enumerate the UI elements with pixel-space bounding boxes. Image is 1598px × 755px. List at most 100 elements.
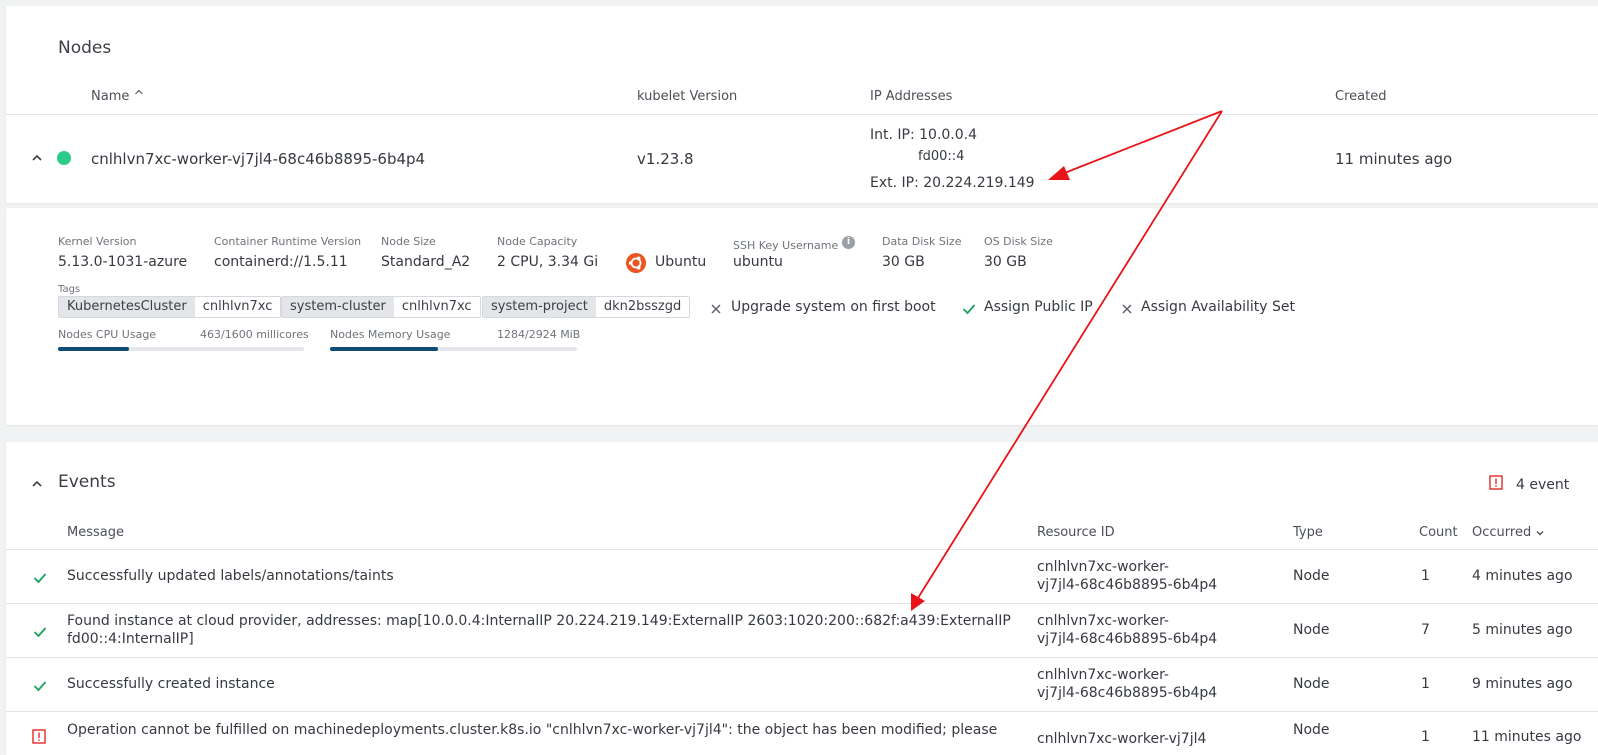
nodes-card: Nodes Name ^ kubelet Version IP Addresse… <box>6 6 1598 203</box>
event-occurred: 4 minutes ago <box>1472 568 1573 584</box>
warning-icon <box>1489 475 1503 490</box>
event-resource-id: cnlhlvn7xc-worker-vj7jl4 <box>1037 731 1207 747</box>
column-occurred-label: Occurred <box>1472 525 1532 540</box>
chevron-up-icon <box>32 154 42 161</box>
event-resource-id-cont: vj7jl4-68c46b8895-6b4p4 <box>1037 577 1218 593</box>
column-occurred[interactable]: Occurred <box>1472 525 1545 540</box>
event-occurred: 9 minutes ago <box>1472 676 1573 692</box>
event-occurred: 11 minutes ago <box>1472 729 1582 745</box>
column-ip-addresses: IP Addresses <box>870 89 953 104</box>
memory-usage-fill <box>330 347 439 351</box>
tag-system-cluster: system-cluster cnlhlvn7xc <box>281 296 481 318</box>
event-type: Node <box>1293 676 1330 692</box>
node-status-dot <box>57 151 71 165</box>
container-runtime-label: Container Runtime Version <box>214 235 362 248</box>
column-type: Type <box>1293 525 1323 540</box>
node-internal-ipv6: fd00::4 <box>918 149 965 164</box>
row-divider <box>6 549 1598 550</box>
check-icon <box>33 623 47 642</box>
data-disk-size-label: Data Disk Size <box>882 235 962 248</box>
upgrade-on-boot-flag: Upgrade system on first boot <box>731 299 936 315</box>
row-divider <box>6 711 1598 712</box>
cpu-usage-value: 463/1600 millicores <box>200 328 309 341</box>
event-count: 7 <box>1421 622 1430 638</box>
event-resource-id: cnlhlvn7xc-worker- <box>1037 667 1169 683</box>
event-resource-id: cnlhlvn7xc-worker- <box>1037 559 1169 575</box>
node-internal-ip: Int. IP: 10.0.0.4 <box>870 127 978 143</box>
tag-system-project: system-project dkn2bsszgd <box>482 296 691 318</box>
node-details-card: Kernel Version 5.13.0-1031-azure Contain… <box>6 208 1598 425</box>
tag-value: cnlhlvn7xc <box>393 297 480 317</box>
column-count: Count <box>1419 525 1458 540</box>
os-name: Ubuntu <box>655 254 707 270</box>
close-icon <box>1121 300 1133 314</box>
tags-label: Tags <box>58 284 81 295</box>
column-message: Message <box>67 525 124 540</box>
tag-value: dkn2bsszgd <box>595 297 690 317</box>
column-name[interactable]: Name ^ <box>91 89 144 104</box>
row-divider <box>6 114 1598 115</box>
row-divider <box>6 657 1598 658</box>
os-disk-size-label: OS Disk Size <box>984 235 1053 248</box>
node-external-ip: Ext. IP: 20.224.219.149 <box>870 175 1035 191</box>
check-icon <box>33 569 47 588</box>
event-count: 1 <box>1421 676 1430 692</box>
memory-usage-value: 1284/2924 MiB <box>497 328 581 341</box>
event-count: 1 <box>1421 729 1430 745</box>
node-capacity-value: 2 CPU, 3.34 Gi <box>497 254 599 270</box>
events-card: Events 4 event Message Resource ID Type … <box>6 442 1598 755</box>
events-title: Events <box>58 472 116 492</box>
kernel-version-value: 5.13.0-1031-azure <box>58 254 188 270</box>
event-message: Successfully updated labels/annotations/… <box>67 568 394 584</box>
container-runtime-value: containerd://1.5.11 <box>214 254 348 270</box>
tag-key: system-cluster <box>282 297 394 317</box>
warning-icon <box>32 729 46 748</box>
check-icon <box>33 677 47 696</box>
event-message-cont: fd00::4:InternalIP] <box>67 631 194 647</box>
tag-kubernetes-cluster: KubernetesCluster cnlhlvn7xc <box>58 296 282 318</box>
info-icon[interactable]: i <box>842 236 855 249</box>
assign-availability-set-flag: Assign Availability Set <box>1141 299 1296 315</box>
collapse-row-button[interactable] <box>30 150 44 164</box>
tag-key: KubernetesCluster <box>59 297 195 317</box>
ssh-key-username-value: ubuntu <box>733 254 783 270</box>
row-divider <box>6 603 1598 604</box>
nodes-title: Nodes <box>58 38 112 58</box>
cpu-usage-bar <box>58 347 304 351</box>
events-count: 4 event <box>1516 477 1570 493</box>
node-size-label: Node Size <box>381 235 436 248</box>
os-disk-size-value: 30 GB <box>984 254 1027 270</box>
event-type: Node <box>1293 568 1330 584</box>
kernel-version-label: Kernel Version <box>58 235 137 248</box>
node-kubelet-version: v1.23.8 <box>637 150 694 168</box>
event-type: Node <box>1293 722 1330 738</box>
event-type: Node <box>1293 622 1330 638</box>
event-resource-id-cont: vj7jl4-68c46b8895-6b4p4 <box>1037 631 1218 647</box>
column-created[interactable]: Created <box>1335 89 1386 104</box>
node-name[interactable]: cnlhlvn7xc-worker-vj7jl4-68c46b8895-6b4p… <box>91 150 425 168</box>
check-icon <box>962 300 976 315</box>
event-occurred: 5 minutes ago <box>1472 622 1573 638</box>
node-size-value: Standard_A2 <box>381 254 471 270</box>
ubuntu-icon <box>626 253 646 273</box>
chevron-up-icon <box>32 480 42 487</box>
column-kubelet-version[interactable]: kubelet Version <box>637 89 737 104</box>
tag-value: cnlhlvn7xc <box>194 297 281 317</box>
event-resource-id-cont: vj7jl4-68c46b8895-6b4p4 <box>1037 685 1218 701</box>
chevron-down-icon <box>1536 530 1544 535</box>
event-count: 1 <box>1421 568 1430 584</box>
collapse-events-button[interactable] <box>30 476 44 490</box>
memory-usage-label: Nodes Memory Usage <box>330 328 451 341</box>
close-icon <box>710 300 722 314</box>
cpu-usage-label: Nodes CPU Usage <box>58 328 157 341</box>
event-resource-id: cnlhlvn7xc-worker- <box>1037 613 1169 629</box>
ssh-key-username-label: SSH Key Username <box>733 239 839 252</box>
tag-key: system-project <box>483 297 596 317</box>
memory-usage-bar <box>330 347 577 351</box>
event-message: Successfully created instance <box>67 676 275 692</box>
event-message: Found instance at cloud provider, addres… <box>67 613 1011 629</box>
cpu-usage-fill <box>58 347 130 351</box>
data-disk-size-value: 30 GB <box>882 254 925 270</box>
assign-public-ip-flag: Assign Public IP <box>984 299 1093 315</box>
node-capacity-label: Node Capacity <box>497 235 578 248</box>
